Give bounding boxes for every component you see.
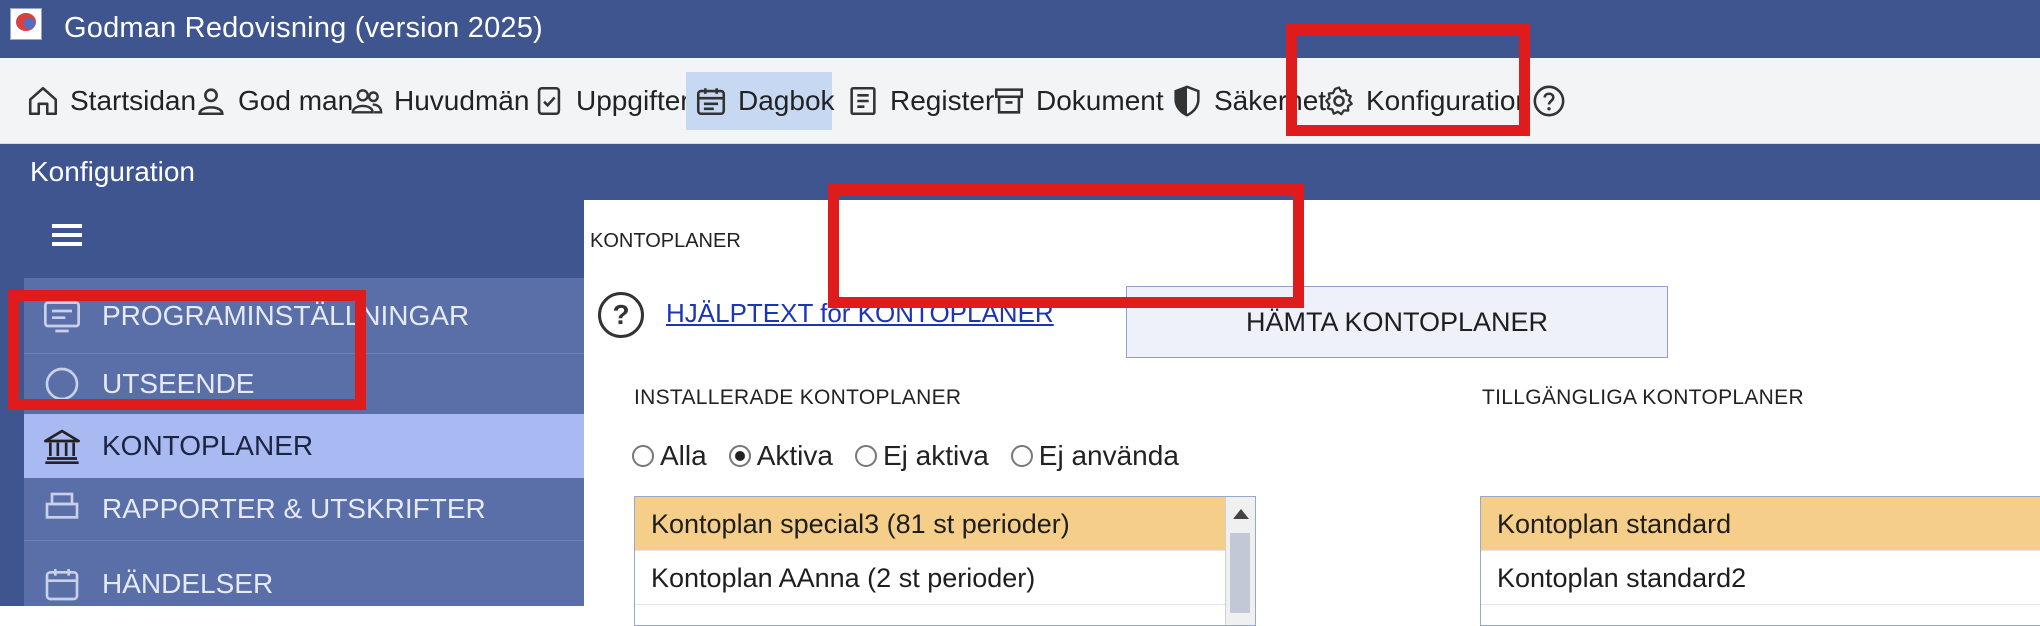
radio-button[interactable] (632, 445, 654, 467)
menu-item-startsidan[interactable]: Startsidan (18, 72, 204, 130)
menu-label: Register (890, 85, 995, 116)
menu-item-register[interactable]: Register (838, 72, 1002, 130)
list-item[interactable]: Kontoplan standard2 (1481, 551, 2040, 605)
menu-item-huvudman[interactable]: Huvudmän (342, 72, 537, 130)
radio-aktiva[interactable]: Aktiva (728, 440, 833, 472)
radio-ej-anvanda[interactable]: Ej använda (1010, 440, 1179, 472)
menu-item-dokument[interactable]: Dokument (984, 72, 1172, 130)
help-button[interactable] (1524, 72, 1574, 130)
radio-button[interactable] (854, 445, 877, 467)
shield-icon (1174, 85, 1200, 117)
bank-icon (44, 429, 80, 464)
list-item[interactable]: Kontoplan special3 (81 st perioder) (635, 497, 1255, 551)
sidebar-item-rapporter[interactable]: RAPPORTER & UTSKRIFTER (24, 478, 584, 540)
menu-bar: Startsidan God man Huvudmän Uppgifter Da… (0, 58, 2040, 144)
menu-label: Huvudmän (394, 85, 530, 116)
annotation-box-konfiguration (1286, 24, 1530, 136)
menu-item-god-man[interactable]: God man (186, 72, 361, 130)
menu-label: Startsidan (70, 85, 197, 116)
hamburger-icon[interactable] (52, 224, 82, 250)
radio-button[interactable] (728, 445, 751, 467)
person-icon (198, 88, 224, 116)
radio-label: Ej aktiva (882, 440, 989, 471)
installed-label: INSTALLERADE KONTOPLANER (634, 386, 962, 409)
home-icon (28, 86, 58, 116)
printer-icon (45, 492, 79, 519)
sidebar-header (24, 200, 584, 278)
sidebar-item-kontoplaner[interactable]: KONTOPLANER (24, 414, 584, 478)
radio-label: Aktiva (756, 440, 833, 471)
archive-icon (994, 88, 1024, 114)
radio-button[interactable] (1010, 445, 1033, 467)
section-title: KONTOPLANER (590, 230, 741, 252)
radio-label: Alla (660, 440, 707, 471)
annotation-box-kontoplaner (8, 290, 366, 410)
menu-label: Dagbok (738, 85, 835, 116)
radio-label: Ej använda (1038, 440, 1179, 471)
available-list[interactable]: Kontoplan standard Kontoplan standard2 (1480, 496, 2040, 626)
sidebar-item-label: KONTOPLANER (102, 430, 314, 461)
title-bar: Godman Redovisning (version 2025) (0, 0, 2040, 58)
sidebar-item-handelser[interactable]: HÄNDELSER (24, 540, 584, 606)
scroll-thumb[interactable] (1230, 533, 1250, 613)
radio-alla[interactable]: Alla (632, 440, 707, 472)
calendar-icon (45, 569, 79, 601)
task-icon (537, 86, 561, 116)
window-title: Godman Redovisning (version 2025) (64, 12, 543, 44)
menu-item-uppgifter[interactable]: Uppgifter (524, 72, 698, 130)
radio-ej-aktiva[interactable]: Ej aktiva (854, 440, 989, 472)
list-item[interactable]: Kontoplan standard (1481, 497, 2040, 551)
installed-list[interactable]: Kontoplan special3 (81 st perioder) Kont… (634, 496, 1256, 626)
main-content: KONTOPLANER ? HJÄLPTEXT för KONTOPLANER … (584, 200, 2040, 626)
register-icon (850, 86, 876, 116)
menu-label: Dokument (1036, 85, 1164, 116)
sidebar-item-label: RAPPORTER & UTSKRIFTER (102, 493, 486, 524)
calendar-icon (696, 88, 726, 116)
annotation-box-fetch-button (828, 184, 1304, 308)
menu-label: Uppgifter (576, 85, 690, 116)
help-icon (1533, 85, 1565, 117)
people-icon (351, 89, 383, 114)
filter-radio-group: Alla Aktiva Ej aktiva Ej använda (632, 440, 1201, 472)
help-icon[interactable]: ? (598, 292, 644, 338)
app-logo-icon (10, 8, 42, 40)
sidebar-item-label: HÄNDELSER (102, 568, 274, 599)
menu-label: God man (238, 85, 354, 116)
available-label: TILLGÄNGLIGA KONTOPLANER (1482, 386, 1804, 409)
scroll-up-icon[interactable] (1233, 509, 1249, 519)
menu-item-dagbok[interactable]: Dagbok (686, 72, 835, 130)
list-item[interactable]: Kontoplan AAnna (2 st perioder) (635, 551, 1255, 605)
